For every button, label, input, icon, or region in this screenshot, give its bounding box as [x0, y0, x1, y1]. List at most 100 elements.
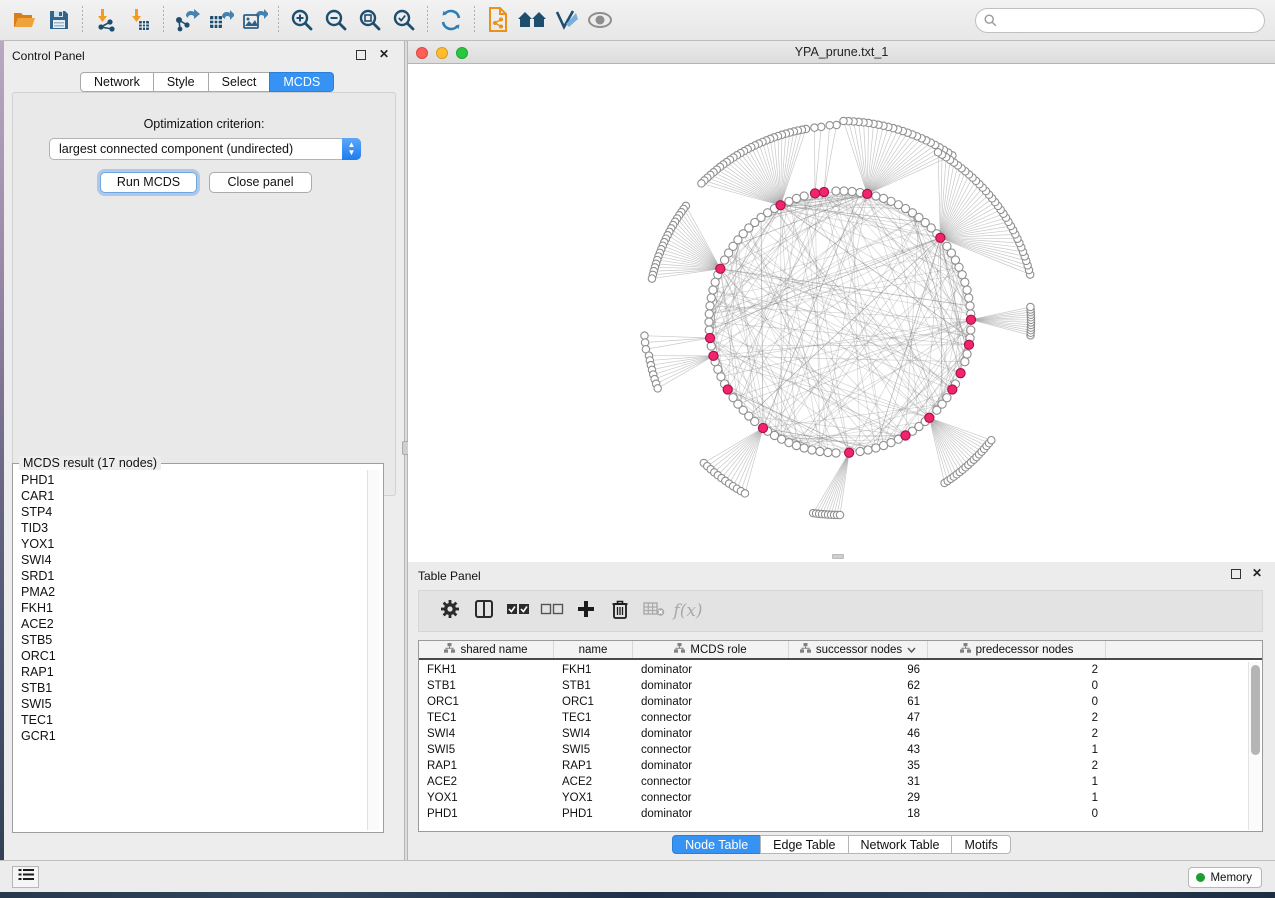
- tab-network-table[interactable]: Network Table: [848, 835, 952, 854]
- zoom-out-button[interactable]: [319, 4, 353, 36]
- save-floppy-icon: [48, 9, 70, 31]
- network-from-file-button[interactable]: [481, 4, 515, 36]
- mcds-result-item[interactable]: ACE2: [15, 616, 367, 632]
- table-scrollbar-thumb[interactable]: [1251, 665, 1260, 755]
- column-header-predecessor-nodes[interactable]: predecessor nodes: [928, 641, 1106, 658]
- search-input[interactable]: [1002, 14, 1264, 28]
- show-panel-list-button[interactable]: [12, 866, 39, 888]
- column-header-name[interactable]: name: [554, 641, 633, 658]
- mcds-result-item[interactable]: STP4: [15, 504, 367, 520]
- eye-icon: [587, 10, 613, 30]
- table-row[interactable]: PHD1PHD1dominator180: [419, 806, 1262, 822]
- mcds-list-scrollbar[interactable]: [367, 470, 379, 830]
- export-image-button[interactable]: [238, 4, 272, 36]
- mcds-result-item[interactable]: SWI4: [15, 552, 367, 568]
- canvas-splitter-handle[interactable]: [832, 554, 844, 559]
- import-network-button[interactable]: [89, 4, 123, 36]
- table-row[interactable]: SWI4SWI4dominator462: [419, 726, 1262, 742]
- mcds-result-item[interactable]: TID3: [15, 520, 367, 536]
- mcds-result-item[interactable]: YOX1: [15, 536, 367, 552]
- mcds-result-item[interactable]: PHD1: [15, 472, 367, 488]
- save-session-button[interactable]: [42, 4, 76, 36]
- mcds-result-item[interactable]: SWI5: [15, 696, 367, 712]
- document-share-icon: [486, 7, 510, 33]
- tab-network[interactable]: Network: [80, 72, 153, 92]
- cell-predecessor-nodes: 0: [928, 806, 1106, 822]
- tab-style[interactable]: Style: [153, 72, 208, 92]
- mcds-result-item[interactable]: STB5: [15, 632, 367, 648]
- column-header-successor-nodes[interactable]: successor nodes: [789, 641, 928, 658]
- status-bar: Memory: [0, 860, 1275, 892]
- table-row[interactable]: RAP1RAP1dominator352: [419, 758, 1262, 774]
- mcds-result-item[interactable]: SRD1: [15, 568, 367, 584]
- mcds-result-item[interactable]: PMA2: [15, 584, 367, 600]
- cell-shared-name: FKH1: [419, 662, 554, 678]
- column-header-shared-name[interactable]: shared name: [419, 641, 554, 658]
- show-hide-eye-button[interactable]: [583, 4, 617, 36]
- tab-motifs[interactable]: Motifs: [951, 835, 1010, 854]
- select-all-button[interactable]: [501, 596, 535, 626]
- cell-predecessor-nodes: 1: [928, 774, 1106, 790]
- apply-layout-button[interactable]: [434, 4, 468, 36]
- mcds-result-item[interactable]: ORC1: [15, 648, 367, 664]
- mcds-result-list[interactable]: PHD1CAR1STP4TID3YOX1SWI4SRD1PMA2FKH1ACE2…: [15, 472, 367, 830]
- table-row[interactable]: FKH1FKH1dominator962: [419, 662, 1262, 678]
- column-source-icon: [960, 643, 971, 656]
- delete-table-button[interactable]: [637, 596, 671, 626]
- table-scrollbar[interactable]: [1248, 662, 1261, 830]
- mcds-result-item[interactable]: FKH1: [15, 600, 367, 616]
- close-table-panel-icon[interactable]: ✕: [1251, 568, 1263, 580]
- node-table: shared namenameMCDS rolesuccessor nodesp…: [418, 640, 1263, 832]
- search-box[interactable]: [975, 8, 1265, 33]
- export-table-button[interactable]: [204, 4, 238, 36]
- annotations-toggle-button[interactable]: [549, 4, 583, 36]
- table-row[interactable]: ORC1ORC1dominator610: [419, 694, 1262, 710]
- cell-shared-name: SWI5: [419, 742, 554, 758]
- run-mcds-button[interactable]: Run MCDS: [100, 172, 197, 193]
- zoom-out-icon: [324, 8, 348, 32]
- open-file-button[interactable]: [8, 4, 42, 36]
- tab-edge-table[interactable]: Edge Table: [760, 835, 847, 854]
- export-image-icon: [242, 8, 268, 32]
- float-table-panel-icon[interactable]: [1231, 568, 1243, 580]
- tab-select[interactable]: Select: [208, 72, 270, 92]
- mcds-result-item[interactable]: GCR1: [15, 728, 367, 744]
- cell-name: RAP1: [554, 758, 633, 774]
- table-panel-title: Table Panel: [418, 569, 481, 583]
- table-toolbar: f(x): [418, 590, 1263, 632]
- column-header-MCDS-role[interactable]: MCDS role: [633, 641, 789, 658]
- import-table-button[interactable]: [123, 4, 157, 36]
- network-canvas[interactable]: [408, 64, 1275, 562]
- network-window-titlebar[interactable]: YPA_prune.txt_1: [408, 41, 1275, 64]
- delete-column-button[interactable]: [603, 596, 637, 626]
- function-builder-button[interactable]: f(x): [671, 596, 705, 626]
- mcds-result-item[interactable]: TEC1: [15, 712, 367, 728]
- table-settings-button[interactable]: [433, 596, 467, 626]
- cell-name: ACE2: [554, 774, 633, 790]
- export-network-button[interactable]: [170, 4, 204, 36]
- table-row[interactable]: STB1STB1dominator620: [419, 678, 1262, 694]
- table-row[interactable]: SWI5SWI5connector431: [419, 742, 1262, 758]
- mcds-result-item[interactable]: CAR1: [15, 488, 367, 504]
- memory-button[interactable]: Memory: [1188, 867, 1262, 888]
- zoom-in-button[interactable]: [285, 4, 319, 36]
- mcds-result-item[interactable]: STB1: [15, 680, 367, 696]
- unselect-all-button[interactable]: [535, 596, 569, 626]
- table-row[interactable]: TEC1TEC1connector472: [419, 710, 1262, 726]
- pen-check-icon: [553, 8, 579, 32]
- criterion-dropdown[interactable]: largest connected component (undirected)…: [49, 138, 361, 160]
- table-row[interactable]: ACE2ACE2connector311: [419, 774, 1262, 790]
- network-graph[interactable]: [408, 64, 1275, 562]
- home-pages-button[interactable]: [515, 4, 549, 36]
- tab-node-table[interactable]: Node Table: [672, 835, 760, 854]
- add-column-button[interactable]: [569, 596, 603, 626]
- table-row[interactable]: YOX1YOX1connector291: [419, 790, 1262, 806]
- mcds-result-item[interactable]: RAP1: [15, 664, 367, 680]
- tab-mcds[interactable]: MCDS: [269, 72, 334, 92]
- close-panel-button[interactable]: Close panel: [209, 172, 312, 193]
- show-columns-button[interactable]: [467, 596, 501, 626]
- zoom-fit-button[interactable]: [353, 4, 387, 36]
- zoom-selected-button[interactable]: [387, 4, 421, 36]
- float-panel-icon[interactable]: [356, 49, 368, 61]
- close-panel-icon[interactable]: ✕: [378, 49, 390, 61]
